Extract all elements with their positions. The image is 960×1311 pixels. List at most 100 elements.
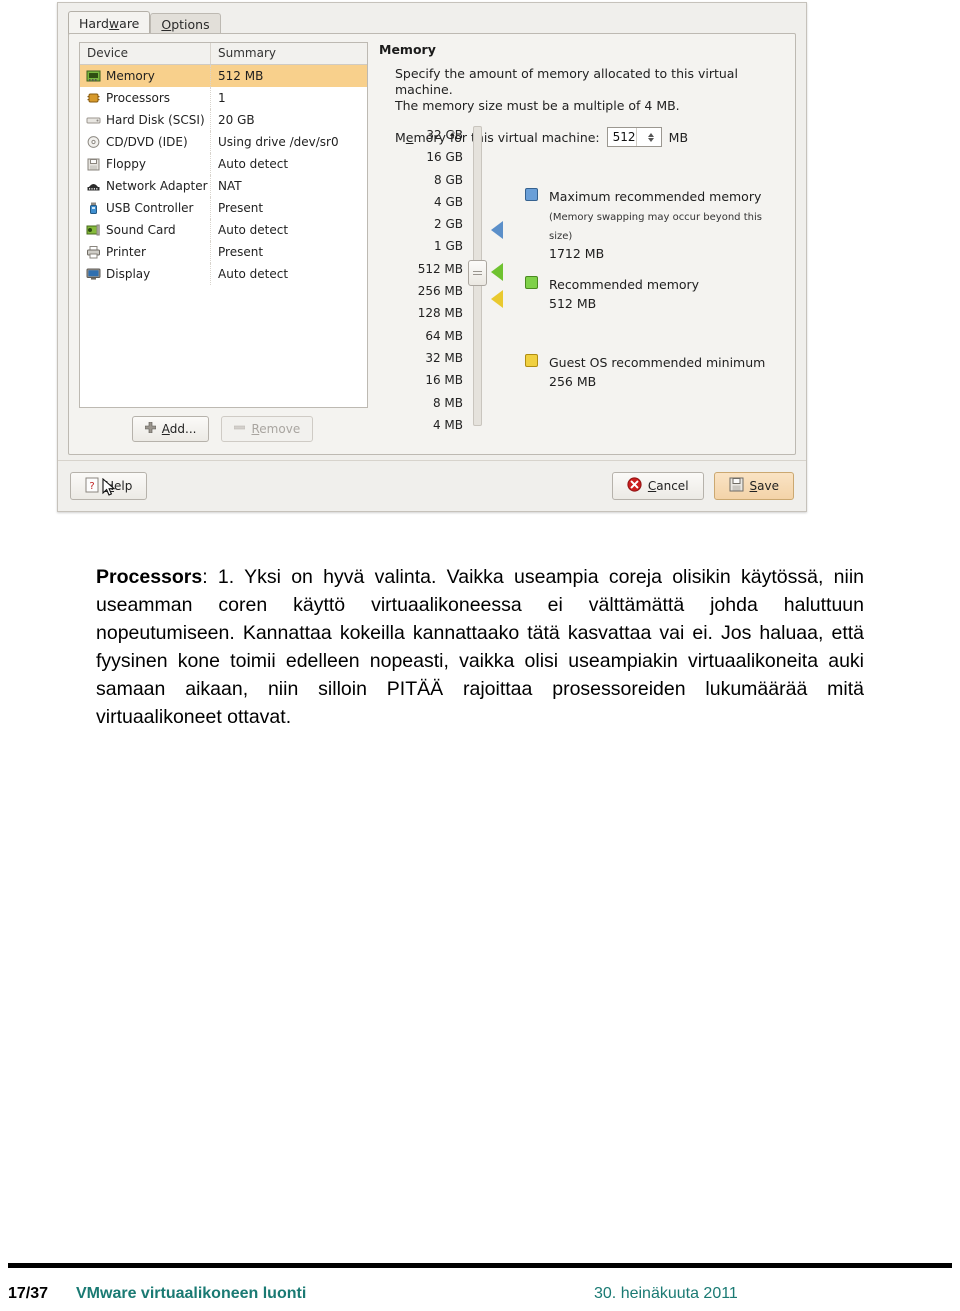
footer-rule [8, 1263, 952, 1268]
tabstrip: Hardware Options [68, 11, 221, 35]
processor-icon [86, 91, 101, 105]
add-device-button[interactable]: Add... [131, 416, 210, 442]
scale-tick: 1 GB [434, 239, 463, 254]
table-row[interactable]: Floppy Auto detect [80, 153, 367, 175]
device-name: Memory [106, 69, 155, 83]
device-list-buttons: Add... Remove [79, 414, 366, 444]
memory-icon [86, 69, 101, 83]
device-name: CD/DVD (IDE) [106, 135, 188, 149]
device-summary: 20 GB [218, 113, 255, 127]
memory-scale-ticks: 32 GB 16 GB 8 GB 4 GB 2 GB 1 GB 512 MB 2… [379, 124, 463, 436]
device-summary: Auto detect [218, 157, 289, 171]
remove-device-label: Remove [251, 422, 301, 436]
scale-tick: 32 MB [425, 350, 463, 365]
save-button[interactable]: Save [713, 472, 794, 500]
help-button[interactable]: ? Help [70, 472, 148, 501]
maximum-recommended-marker-icon [491, 221, 503, 239]
legend-title: Guest OS recommended minimum [549, 355, 766, 370]
vmware-settings-dialog: Hardware Options Device Summary Memory 5… [57, 2, 807, 512]
device-summary: Using drive /dev/sr0 [218, 135, 339, 149]
guest-minimum-marker-icon [491, 290, 503, 308]
table-row[interactable]: Display Auto detect [80, 263, 367, 285]
legend-note: (Memory swapping may occur beyond this s… [549, 212, 762, 242]
printer-icon [86, 245, 101, 259]
memory-settings-pane: Memory Specify the amount of memory allo… [379, 42, 787, 444]
device-name: Processors [106, 91, 171, 105]
device-list[interactable]: Device Summary Memory 512 MB Processors … [79, 42, 368, 408]
table-row[interactable]: USB Controller Present [80, 197, 367, 219]
dialog-action-bar: ? Help Cancel Save [58, 460, 806, 511]
document-title: VMware virtuaalikoneen luonti [76, 1285, 307, 1302]
legend-item-guest-minimum: Guest OS recommended minimum 256 MB [525, 352, 765, 390]
memory-slider-area: 32 GB 16 GB 8 GB 4 GB 2 GB 1 GB 512 MB 2… [379, 124, 787, 444]
table-row[interactable]: Printer Present [80, 241, 367, 263]
device-summary: Present [218, 201, 264, 215]
tab-options[interactable]: Options [150, 13, 221, 35]
device-summary: Auto detect [218, 267, 289, 281]
scale-tick: 256 MB [417, 284, 463, 299]
legend-swatch-yellow [525, 354, 538, 367]
scale-tick: 2 GB [434, 217, 463, 232]
help-icon: ? [85, 477, 99, 496]
table-row[interactable]: Hard Disk (SCSI) 20 GB [80, 109, 367, 131]
mouse-cursor-icon [102, 477, 116, 501]
plus-icon [144, 421, 157, 436]
scale-tick: 4 GB [434, 194, 463, 209]
device-summary: NAT [218, 179, 242, 193]
floppy-icon [86, 157, 101, 171]
memory-heading: Memory [379, 42, 436, 57]
table-row[interactable]: CD/DVD (IDE) Using drive /dev/sr0 [80, 131, 367, 153]
column-header-device[interactable]: Device [80, 43, 211, 64]
device-summary: Present [218, 245, 264, 259]
scale-tick: 8 GB [434, 172, 463, 187]
device-name: USB Controller [106, 201, 194, 215]
save-label: Save [749, 479, 779, 493]
table-row[interactable]: Memory 512 MB [80, 65, 367, 87]
recommended-marker-icon [491, 263, 503, 281]
save-icon [729, 477, 744, 495]
device-name: Floppy [106, 157, 146, 171]
device-list-header: Device Summary [80, 43, 367, 65]
harddisk-icon [86, 113, 101, 127]
cancel-label: Cancel [647, 479, 689, 493]
scale-tick: 512 MB [417, 261, 463, 276]
legend-item-maximum-recommended: Maximum recommended memory (Memory swapp… [525, 186, 787, 262]
body-text: : 1. Yksi on hyvä valinta. Vaikka useamp… [96, 566, 864, 728]
legend-value: 512 MB [549, 296, 597, 311]
device-name: Network Adapter [106, 179, 208, 193]
tab-hardware[interactable]: Hardware [68, 11, 151, 35]
scale-tick: 128 MB [417, 306, 463, 321]
column-header-summary[interactable]: Summary [211, 43, 367, 64]
scale-tick: 8 MB [432, 395, 463, 410]
memory-description-line1: Specify the amount of memory allocated t… [395, 66, 738, 97]
remove-device-button[interactable]: Remove [221, 416, 314, 442]
legend-title: Recommended memory [549, 277, 700, 292]
device-summary: 1 [218, 91, 226, 105]
legend-value: 256 MB [549, 374, 597, 389]
table-row[interactable]: Sound Card Auto detect [80, 219, 367, 241]
cancel-button[interactable]: Cancel [611, 472, 704, 500]
scale-tick: 16 GB [426, 150, 463, 165]
scale-tick: 32 GB [426, 128, 463, 142]
memory-description-line2: The memory size must be a multiple of 4 … [395, 98, 680, 113]
body-paragraph: Processors: 1. Yksi on hyvä valinta. Vai… [96, 563, 864, 731]
cddvd-icon [86, 135, 101, 149]
device-name: Display [106, 267, 151, 281]
display-icon [86, 267, 101, 281]
cancel-icon [627, 477, 642, 495]
table-row[interactable]: Network Adapter NAT [80, 175, 367, 197]
usb-icon [86, 201, 101, 215]
hardware-panel: Device Summary Memory 512 MB Processors … [68, 33, 796, 455]
scale-tick: 4 MB [432, 417, 463, 432]
memory-slider-handle[interactable] [468, 260, 487, 286]
soundcard-icon [86, 223, 101, 237]
device-name: Printer [106, 245, 146, 259]
device-name: Sound Card [106, 223, 176, 237]
legend-title: Maximum recommended memory [549, 189, 762, 204]
network-adapter-icon [86, 179, 101, 193]
scale-tick: 64 MB [425, 328, 463, 343]
footer: 17/37 VMware virtuaalikoneen luonti 30. … [8, 1285, 952, 1307]
svg-text:?: ? [89, 481, 94, 492]
table-row[interactable]: Processors 1 [80, 87, 367, 109]
scale-tick: 16 MB [425, 373, 463, 388]
